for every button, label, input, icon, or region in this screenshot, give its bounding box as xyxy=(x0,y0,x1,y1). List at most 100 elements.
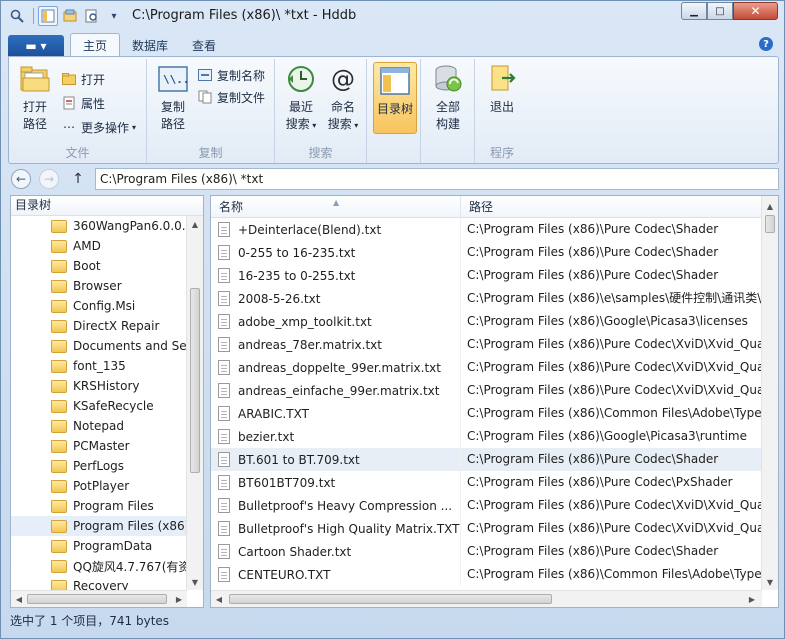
file-path: C:\Program Files (x86)\Pure Codec\XviD\X… xyxy=(467,383,762,397)
copy-file-button[interactable]: 复制文件 xyxy=(197,87,265,107)
copy-path-button[interactable]: \\... 复制 路径 xyxy=(151,63,195,133)
table-row[interactable]: +Deinterlace(Blend).txt C:\Program Files … xyxy=(211,218,762,241)
table-row[interactable]: adobe_xmp_toolkit.txt C:\Program Files (x… xyxy=(211,310,762,333)
up-button[interactable]: ↑ xyxy=(70,169,86,189)
search-icon[interactable] xyxy=(7,6,27,26)
scroll-left-arrow[interactable]: ◀ xyxy=(11,591,27,607)
file-name-cell: BT.601 to BT.709.txt xyxy=(211,448,461,471)
full-build-button[interactable]: 全部 构建 xyxy=(426,63,470,133)
text-file-icon xyxy=(218,498,230,513)
minimize-button[interactable]: ▁ xyxy=(681,2,707,20)
list-scroll-thumb[interactable] xyxy=(765,215,775,233)
tree-item[interactable]: Notepad xyxy=(11,416,187,436)
file-name-cell: bezier.txt xyxy=(211,425,461,448)
file-name-cell: Bulletproof's High Quality Matrix.TXT xyxy=(211,517,461,540)
close-button[interactable]: ✕ xyxy=(733,2,778,20)
column-header-path[interactable]: 路径 xyxy=(461,196,762,218)
tree-item[interactable]: Program Files (x86) xyxy=(11,516,187,536)
list-horizontal-scrollbar[interactable]: ◀ ▶ xyxy=(211,590,762,607)
list-vertical-scrollbar[interactable]: ▲ ▼ xyxy=(761,196,778,590)
layout-icon[interactable] xyxy=(38,6,58,26)
tab-view[interactable]: 查看 xyxy=(180,33,228,57)
tree-vertical-scrollbar[interactable]: ▲ ▼ xyxy=(186,216,203,590)
copy-name-button[interactable]: 复制名称 xyxy=(197,65,265,85)
exit-button[interactable]: 退出 xyxy=(480,63,524,116)
column-header-name[interactable]: ▲ 名称 xyxy=(211,196,461,218)
help-icon[interactable]: ? xyxy=(759,37,773,51)
scroll-left-arrow[interactable]: ◀ xyxy=(211,591,227,607)
folder-icon xyxy=(51,239,67,253)
find-file-icon[interactable] xyxy=(82,6,102,26)
address-input[interactable]: C:\Program Files (x86)\ *txt xyxy=(95,168,779,190)
table-row[interactable]: BT.601 to BT.709.txt C:\Program Files (x8… xyxy=(211,448,762,471)
table-row[interactable]: 2008-5-26.txt C:\Program Files (x86)\e\sa… xyxy=(211,287,762,310)
tree-item[interactable]: KSafeRecycle xyxy=(11,396,187,416)
tree-horizontal-scrollbar[interactable]: ◀ ▶ xyxy=(11,590,187,607)
table-row[interactable]: andreas_einfache_99er.matrix.txt C:\Progr… xyxy=(211,379,762,402)
tab-database[interactable]: 数据库 xyxy=(120,33,180,57)
tree-item[interactable]: Browser xyxy=(11,276,187,296)
table-row[interactable]: Bulletproof's High Quality Matrix.TXT C:\… xyxy=(211,517,762,540)
scroll-up-arrow[interactable]: ▲ xyxy=(187,216,203,232)
tree-item[interactable]: Documents and Settings xyxy=(11,336,187,356)
tree-item[interactable]: Recovery xyxy=(11,576,187,590)
folder-icon xyxy=(51,539,67,553)
scroll-down-arrow[interactable]: ▼ xyxy=(762,574,778,590)
tree-item[interactable]: QQ旋风4.7.767(有资 xyxy=(11,556,187,576)
tree-item[interactable]: Boot xyxy=(11,256,187,276)
file-path: C:\Program Files (x86)\Pure Codec\XviD\X… xyxy=(467,521,762,535)
tree-item[interactable]: 360WangPan6.0.0.1 xyxy=(11,216,187,236)
tree-item[interactable]: KRSHistory xyxy=(11,376,187,396)
table-row[interactable]: BT601BT709.txt C:\Program Files (x86)\Pur… xyxy=(211,471,762,494)
tab-home[interactable]: 主页 xyxy=(70,33,121,57)
open-button[interactable]: 打开 xyxy=(61,69,105,89)
scroll-up-arrow[interactable]: ▲ xyxy=(762,198,778,214)
tree-hscroll-thumb[interactable] xyxy=(27,594,167,604)
list-hscroll-thumb[interactable] xyxy=(229,594,552,604)
dropdown-icon[interactable]: ▾ xyxy=(104,6,124,26)
save-icon[interactable] xyxy=(60,6,80,26)
tree-item[interactable]: font_135 xyxy=(11,356,187,376)
directory-tree-pane: 目录树 360WangPan6.0.0.1 AMD Boot Browser Confi… xyxy=(10,195,204,608)
table-row[interactable]: andreas_78er.matrix.txt C:\Program Files … xyxy=(211,333,762,356)
more-actions-button[interactable]: ⋯ 更多操作 ▾ xyxy=(61,117,136,137)
forward-button[interactable]: → xyxy=(39,169,59,189)
scroll-down-arrow[interactable]: ▼ xyxy=(187,574,203,590)
maximize-button[interactable]: □ xyxy=(707,2,733,20)
table-row[interactable]: Bulletproof's Heavy Compression ... C:\Pr… xyxy=(211,494,762,517)
table-row[interactable]: 0-255 to 16-235.txt C:\Program Files (x86… xyxy=(211,241,762,264)
exit-label: 退出 xyxy=(489,100,514,114)
name-search-button[interactable]: @ 命名 搜索 ▾ xyxy=(321,63,365,134)
directory-tree-button[interactable]: 目录树 xyxy=(373,62,417,134)
tree-item[interactable]: PerfLogs xyxy=(11,456,187,476)
copy-name-icon xyxy=(197,67,213,83)
properties-button[interactable]: 属性 xyxy=(61,93,105,113)
file-path: C:\Program Files (x86)\Pure Codec\Shader xyxy=(467,544,719,558)
recent-search-button[interactable]: 最近 搜索 ▾ xyxy=(279,63,323,134)
file-name: +Deinterlace(Blend).txt xyxy=(238,222,382,237)
title-bar: ▾ C:\Program Files (x86)\ *txt - Hddb ▁ … xyxy=(1,1,784,31)
tree-item[interactable]: DirectX Repair xyxy=(11,316,187,336)
tree-scroll-thumb[interactable] xyxy=(190,288,200,473)
copy-path-icon: \\... xyxy=(157,63,189,95)
open-path-button[interactable]: 打开 路径 xyxy=(13,63,57,133)
back-button[interactable]: ← xyxy=(11,169,31,189)
text-file-icon xyxy=(218,360,230,375)
tree-item[interactable]: Config.Msi xyxy=(11,296,187,316)
table-row[interactable]: andreas_doppelte_99er.matrix.txt C:\Progr… xyxy=(211,356,762,379)
tree-item[interactable]: PCMaster xyxy=(11,436,187,456)
file-menu-button[interactable]: ▬ ▾ xyxy=(8,35,64,57)
table-row[interactable]: bezier.txt C:\Program Files (x86)\Google\… xyxy=(211,425,762,448)
scroll-right-arrow[interactable]: ▶ xyxy=(744,591,760,607)
tree-item[interactable]: Program Files xyxy=(11,496,187,516)
tree-item[interactable]: ProgramData xyxy=(11,536,187,556)
tree-item-label: Notepad xyxy=(73,419,124,433)
table-row[interactable]: ARABIC.TXT C:\Program Files (x86)\Common … xyxy=(211,402,762,425)
tree-item[interactable]: PotPlayer xyxy=(11,476,187,496)
table-row[interactable]: Cartoon Shader.txt C:\Program Files (x86)… xyxy=(211,540,762,563)
table-row[interactable]: CENTEURO.TXT C:\Program Files (x86)\Commo… xyxy=(211,563,762,586)
table-row[interactable]: 16-235 to 0-255.txt C:\Program Files (x86… xyxy=(211,264,762,287)
scroll-right-arrow[interactable]: ▶ xyxy=(171,591,187,607)
tree-item[interactable]: AMD xyxy=(11,236,187,256)
text-file-icon xyxy=(218,475,230,490)
